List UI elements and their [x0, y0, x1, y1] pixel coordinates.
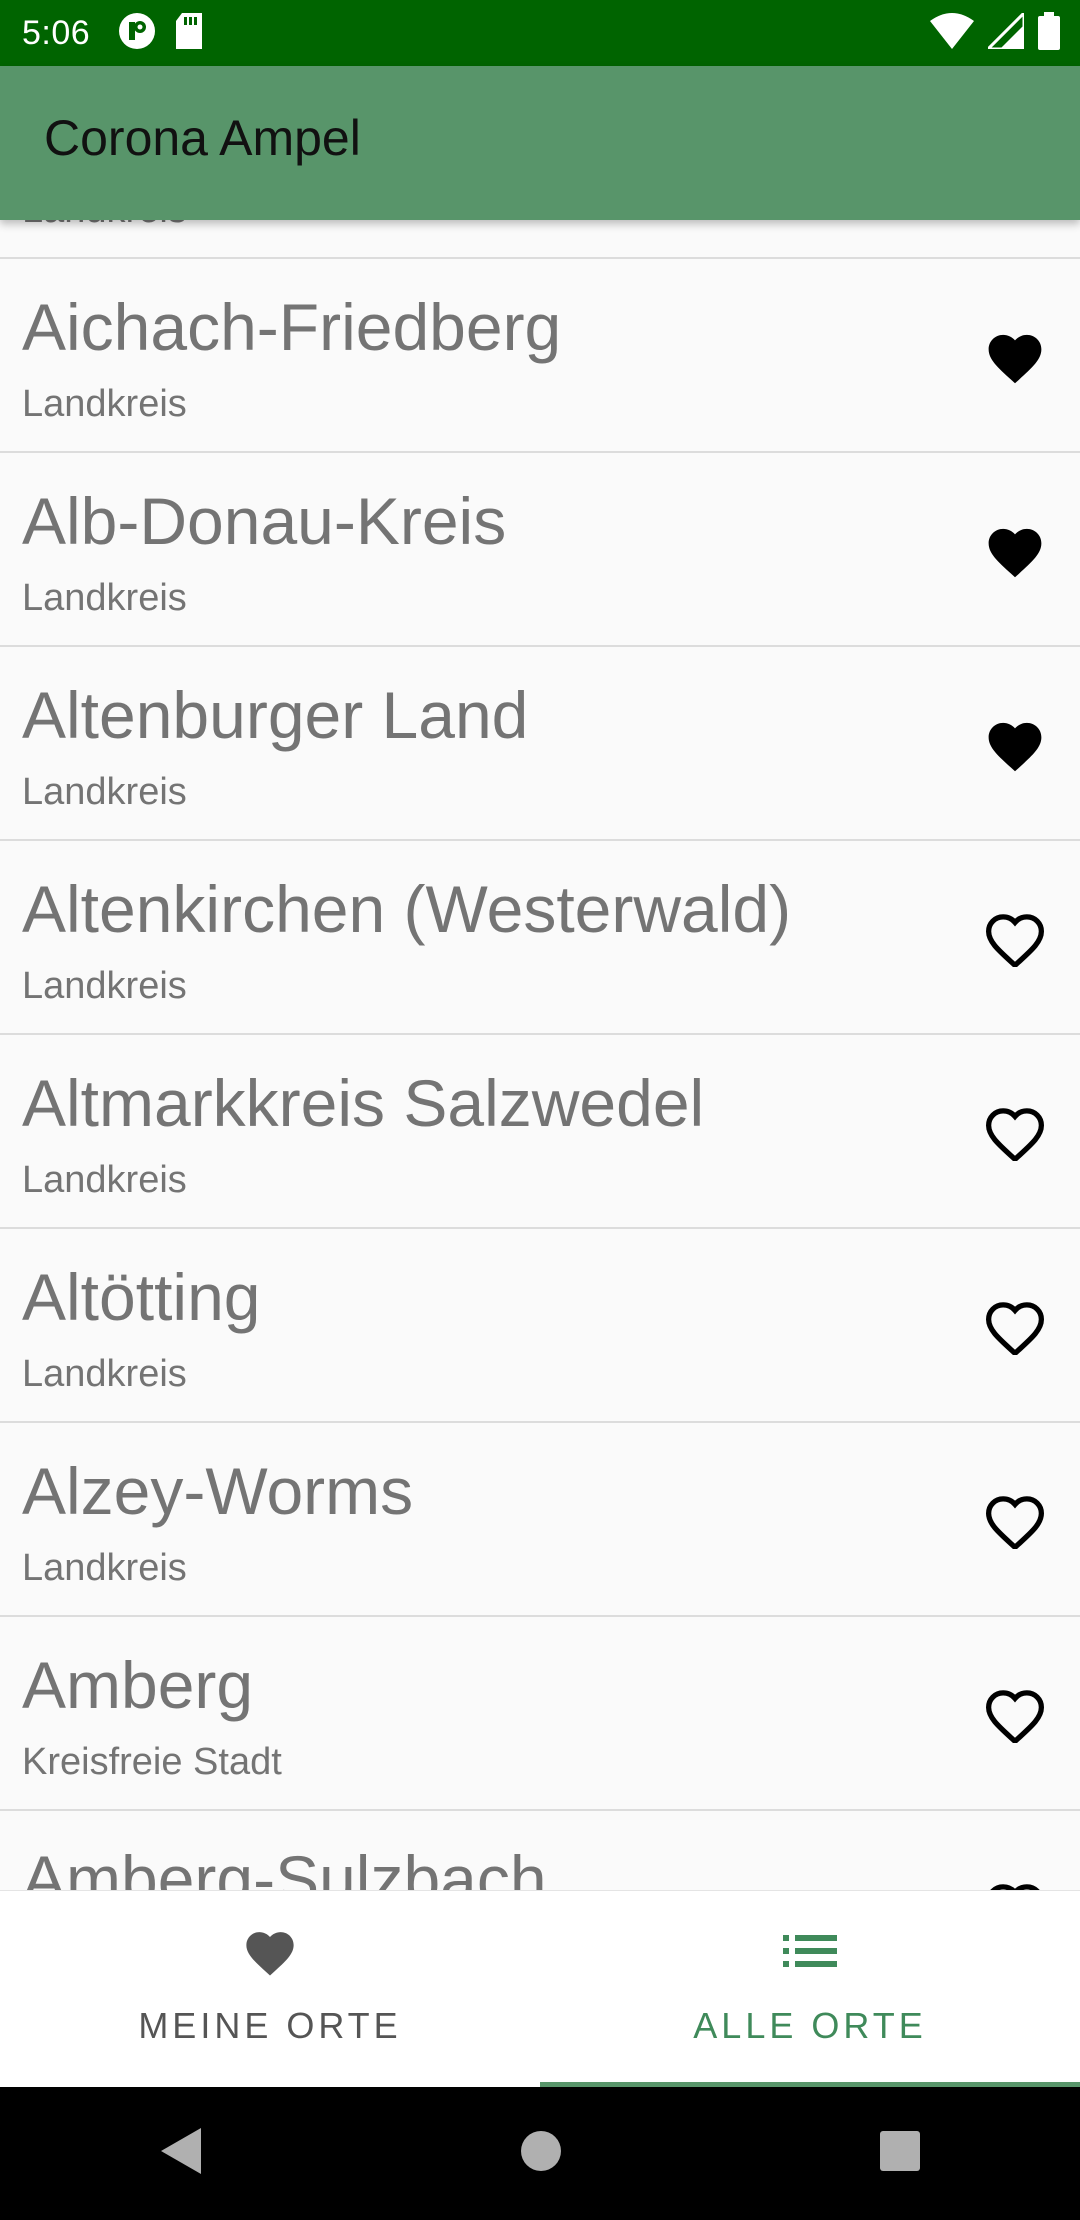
- list-item[interactable]: Amberg Kreisfreie Stadt: [0, 1617, 1080, 1811]
- app-title: Corona Ampel: [44, 110, 361, 166]
- home-icon[interactable]: [520, 2130, 562, 2177]
- list-item[interactable]: AhrweilerLandkreis: [0, 220, 1080, 259]
- tab-alle-orte[interactable]: ALLE ORTE: [540, 1891, 1080, 2088]
- tab-label: ALLE ORTE: [693, 2005, 927, 2046]
- tab-meine-orte[interactable]: MEINE ORTE: [0, 1891, 540, 2088]
- favorite-outline-icon[interactable]: [980, 1682, 1050, 1746]
- status-bar: 5:06: [0, 0, 1080, 66]
- system-navigation-bar: [0, 2087, 1080, 2220]
- district-type: Landkreis: [22, 220, 187, 232]
- district-name: Amberg: [22, 1648, 254, 1722]
- list-item[interactable]: Alzey-Worms Landkreis: [0, 1423, 1080, 1617]
- sd-card-icon: [174, 12, 204, 54]
- district-type: Landkreis: [22, 965, 187, 1007]
- district-type: Kreisfreie Stadt: [22, 1741, 282, 1783]
- favorite-outline-icon[interactable]: [980, 1876, 1050, 1890]
- district-name: Altötting: [22, 1260, 261, 1334]
- favorite-filled-icon[interactable]: [980, 712, 1050, 776]
- list-item[interactable]: Altmarkkreis Salzwedel Landkreis: [0, 1035, 1080, 1229]
- district-type: Landkreis: [22, 1159, 187, 1201]
- status-time: 5:06: [22, 13, 91, 52]
- district-type: Landkreis: [22, 1353, 187, 1395]
- signal-icon: [984, 9, 1026, 54]
- district-name: Amberg-Sulzbach: [22, 1842, 547, 1890]
- district-type: Landkreis: [22, 1547, 187, 1589]
- list-item[interactable]: Altenburger Land Landkreis: [0, 647, 1080, 841]
- favorite-outline-icon[interactable]: [980, 906, 1050, 970]
- recents-icon[interactable]: [879, 2130, 921, 2177]
- list-item[interactable]: Altenkirchen (Westerwald) Landkreis: [0, 841, 1080, 1035]
- district-name: Alb-Donau-Kreis: [22, 484, 507, 558]
- district-name: Altmarkkreis Salzwedel: [22, 1066, 705, 1140]
- favorite-filled-icon[interactable]: [980, 324, 1050, 388]
- list-item[interactable]: Alb-Donau-Kreis Landkreis: [0, 453, 1080, 647]
- tab-label: MEINE ORTE: [138, 2005, 402, 2046]
- list-item[interactable]: Amberg-SulzbachLandkreis: [0, 1811, 1080, 1890]
- district-type: Landkreis: [22, 383, 187, 425]
- heart-icon: [241, 1925, 299, 1982]
- favorite-filled-icon[interactable]: [980, 518, 1050, 582]
- app-notification-icon: [118, 12, 156, 55]
- district-type: Landkreis: [22, 771, 187, 813]
- list-icon: [783, 1931, 837, 1976]
- app-bar: Corona Ampel: [0, 66, 1080, 220]
- back-icon[interactable]: [159, 2126, 203, 2181]
- battery-icon: [1038, 12, 1060, 55]
- district-name: Altenkirchen (Westerwald): [22, 872, 792, 946]
- wifi-icon: [930, 13, 974, 54]
- list-item[interactable]: Aichach-Friedberg Landkreis: [0, 259, 1080, 453]
- bottom-navigation: MEINE ORTE ALLE ORTE: [0, 1890, 1080, 2088]
- district-list[interactable]: AhrweilerLandkreis Aichach-Friedberg Landk…: [0, 220, 1080, 1890]
- district-name: Altenburger Land: [22, 678, 529, 752]
- favorite-outline-icon[interactable]: [980, 1488, 1050, 1552]
- district-name: Aichach-Friedberg: [22, 290, 562, 364]
- favorite-outline-icon[interactable]: [980, 1100, 1050, 1164]
- favorite-outline-icon[interactable]: [980, 1294, 1050, 1358]
- district-type: Landkreis: [22, 577, 187, 619]
- list-item[interactable]: Altötting Landkreis: [0, 1229, 1080, 1423]
- district-name: Alzey-Worms: [22, 1454, 414, 1528]
